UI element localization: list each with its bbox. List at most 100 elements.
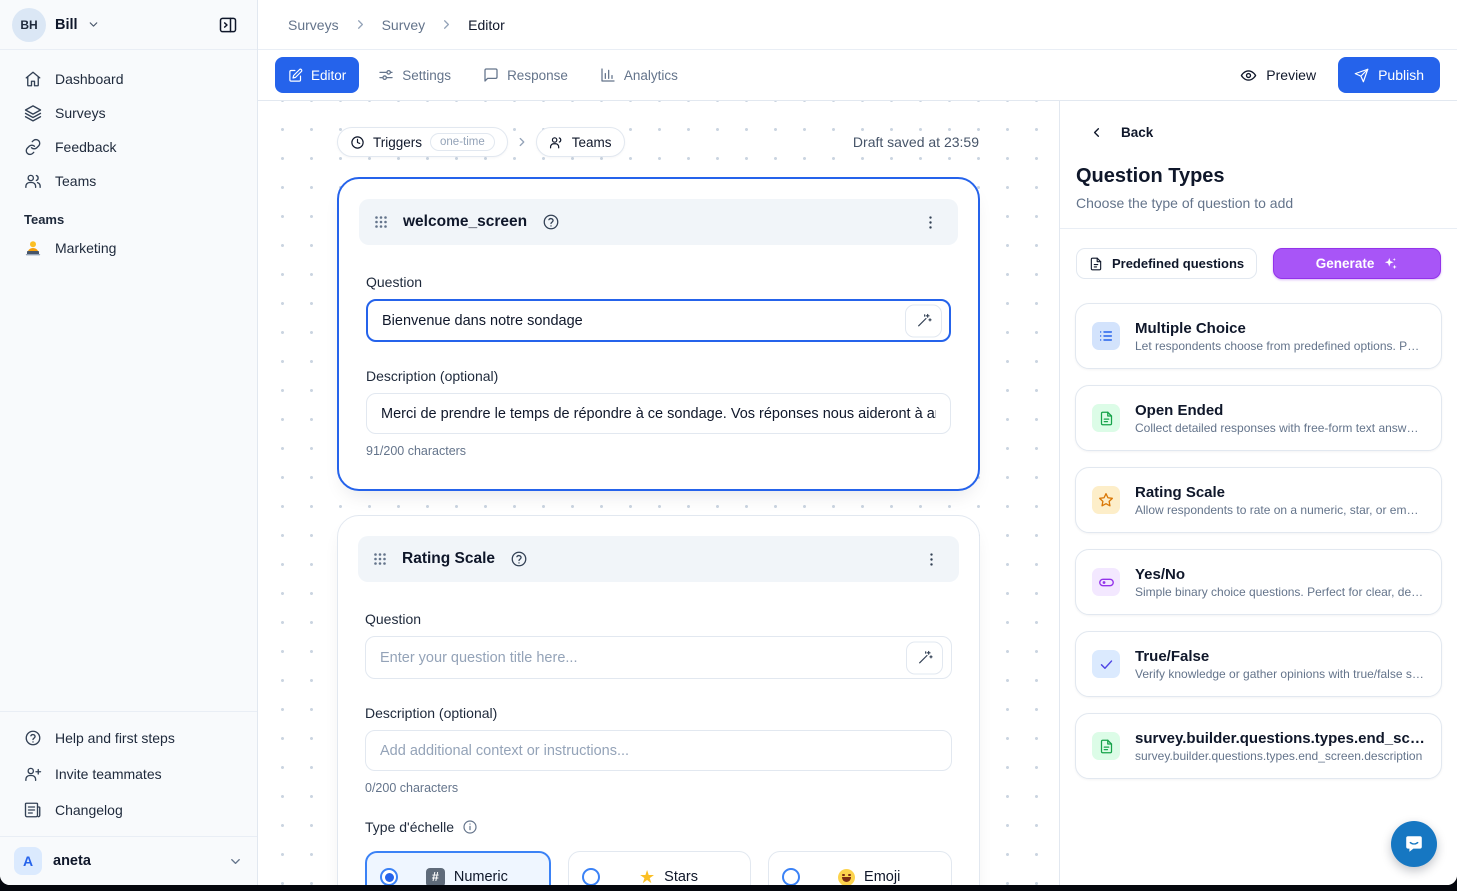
- publish-label: Publish: [1378, 67, 1424, 83]
- triggers-pill[interactable]: Triggers one-time: [337, 127, 508, 157]
- type-card-rating-scale[interactable]: Rating Scale Allow respondents to rate o…: [1075, 467, 1442, 533]
- panel-divider: [1060, 228, 1457, 229]
- type-desc: Let respondents choose from predefined o…: [1135, 339, 1425, 353]
- question-title-input[interactable]: [365, 636, 952, 679]
- type-title: Multiple Choice: [1135, 320, 1425, 337]
- chevron-right-icon: [353, 17, 368, 32]
- help-circle-icon[interactable]: [510, 550, 528, 568]
- type-desc: Simple binary choice questions. Perfect …: [1135, 585, 1425, 599]
- type-card-multiple-choice[interactable]: Multiple Choice Let respondents choose f…: [1075, 303, 1442, 369]
- org-switcher[interactable]: A aneta: [0, 836, 257, 885]
- survey-canvas: Triggers one-time Teams Draft saved at 2…: [258, 101, 1059, 885]
- predefined-questions-button[interactable]: Predefined questions: [1076, 248, 1257, 279]
- description-label: Description (optional): [365, 705, 952, 721]
- type-card-yes-no[interactable]: Yes/No Simple binary choice questions. P…: [1075, 549, 1442, 615]
- sidebar-item-surveys[interactable]: Surveys: [12, 96, 245, 130]
- team-item-marketing[interactable]: Marketing: [12, 231, 245, 265]
- chat-bubble-icon: [1403, 833, 1425, 855]
- tab-label: Analytics: [624, 68, 678, 83]
- sidebar-item-feedback[interactable]: Feedback: [12, 130, 245, 164]
- tab-analytics[interactable]: Analytics: [587, 57, 691, 93]
- info-icon[interactable]: [462, 819, 478, 835]
- generate-button[interactable]: Generate: [1273, 248, 1441, 279]
- sidebar-item-label: Surveys: [55, 105, 106, 121]
- question-type-list: Multiple Choice Let respondents choose f…: [1075, 303, 1442, 779]
- breadcrumb-surveys[interactable]: Surveys: [288, 17, 339, 33]
- kebab-menu-icon[interactable]: [918, 210, 943, 235]
- user-plus-icon: [24, 765, 42, 783]
- sidebar-item-teams[interactable]: Teams: [12, 164, 245, 198]
- scale-option-emoji[interactable]: Emoji: [768, 851, 952, 885]
- tab-label: Response: [507, 68, 568, 83]
- workspace-avatar: BH: [12, 8, 46, 42]
- tab-settings[interactable]: Settings: [365, 57, 464, 93]
- publish-button[interactable]: Publish: [1338, 57, 1440, 93]
- file-icon: [1089, 257, 1103, 271]
- end-screen-icon: [1092, 732, 1120, 760]
- tab-label: Settings: [402, 68, 451, 83]
- type-title: Yes/No: [1135, 566, 1425, 583]
- drag-handle-icon[interactable]: [374, 215, 388, 229]
- description-input[interactable]: [366, 393, 951, 434]
- breadcrumb-survey[interactable]: Survey: [382, 17, 426, 33]
- type-title: True/False: [1135, 648, 1425, 665]
- breadcrumb: Surveys Survey Editor: [258, 0, 1457, 50]
- hash-keycap-icon: #: [426, 868, 445, 886]
- help-and-first-steps[interactable]: Help and first steps: [12, 720, 245, 756]
- magic-wand-button[interactable]: [905, 304, 942, 337]
- preview-button[interactable]: Preview: [1230, 67, 1326, 84]
- question-label: Question: [366, 274, 951, 290]
- sparkles-icon: [1383, 256, 1398, 271]
- question-card-title: welcome_screen: [403, 213, 527, 231]
- pencil-icon: [288, 68, 303, 83]
- technologist-emoji: [24, 239, 42, 257]
- org-avatar: A: [14, 847, 42, 875]
- back-button[interactable]: Back: [1060, 101, 1457, 140]
- type-desc: survey.builder.questions.types.end_scree…: [1135, 749, 1425, 763]
- panel-title: Question Types: [1060, 165, 1457, 188]
- question-card-title: Rating Scale: [402, 550, 495, 568]
- chevron-right-icon: [515, 135, 529, 149]
- magic-wand-button[interactable]: [906, 641, 943, 674]
- sidebar-item-dashboard[interactable]: Dashboard: [12, 62, 245, 96]
- draft-status: Draft saved at 23:59: [853, 134, 979, 150]
- chevron-right-icon: [439, 17, 454, 32]
- multiple-choice-icon: [1092, 322, 1120, 350]
- radio-selected[interactable]: [380, 868, 398, 885]
- tab-editor[interactable]: Editor: [275, 57, 359, 93]
- preview-label: Preview: [1266, 67, 1316, 83]
- changelog[interactable]: Changelog: [12, 792, 245, 828]
- radio-unselected[interactable]: [582, 868, 600, 885]
- invite-teammates[interactable]: Invite teammates: [12, 756, 245, 792]
- link-icon: [24, 138, 42, 156]
- collapse-sidebar-button[interactable]: [211, 8, 245, 42]
- radio-unselected[interactable]: [782, 868, 800, 885]
- drag-handle-icon[interactable]: [373, 552, 387, 566]
- type-card-end-screen[interactable]: survey.builder.questions.types.end_scr..…: [1075, 713, 1442, 779]
- question-title-input[interactable]: [366, 299, 951, 342]
- chevron-down-icon: [228, 854, 243, 869]
- scale-option-numeric[interactable]: # Numeric: [365, 851, 551, 885]
- type-desc: Verify knowledge or gather opinions with…: [1135, 667, 1425, 681]
- scale-option-label: Numeric: [454, 869, 508, 885]
- editor-toolbar: Editor Settings Response Analytics: [258, 50, 1457, 101]
- rating-scale-icon: [1092, 486, 1120, 514]
- scale-type-options: # Numeric ★ Stars: [365, 851, 952, 885]
- type-card-open-ended[interactable]: Open Ended Collect detailed responses wi…: [1075, 385, 1442, 451]
- footer-item-label: Help and first steps: [55, 730, 175, 746]
- chevron-down-icon: [87, 18, 100, 31]
- tab-response[interactable]: Response: [470, 57, 581, 93]
- description-input[interactable]: [365, 730, 952, 771]
- type-card-true-false[interactable]: True/False Verify knowledge or gather op…: [1075, 631, 1442, 697]
- sliders-icon: [378, 67, 394, 83]
- chat-launcher-button[interactable]: [1391, 821, 1437, 867]
- workspace-switcher[interactable]: BH Bill: [0, 0, 257, 50]
- kebab-menu-icon[interactable]: [919, 547, 944, 572]
- teams-section-label: Teams: [0, 198, 257, 231]
- question-types-panel: Back Question Types Choose the type of q…: [1059, 101, 1457, 885]
- teams-pill[interactable]: Teams: [536, 127, 625, 157]
- help-circle-icon[interactable]: [542, 213, 560, 231]
- description-label: Description (optional): [366, 368, 951, 384]
- scale-option-stars[interactable]: ★ Stars: [568, 851, 752, 885]
- newspaper-icon: [24, 801, 42, 819]
